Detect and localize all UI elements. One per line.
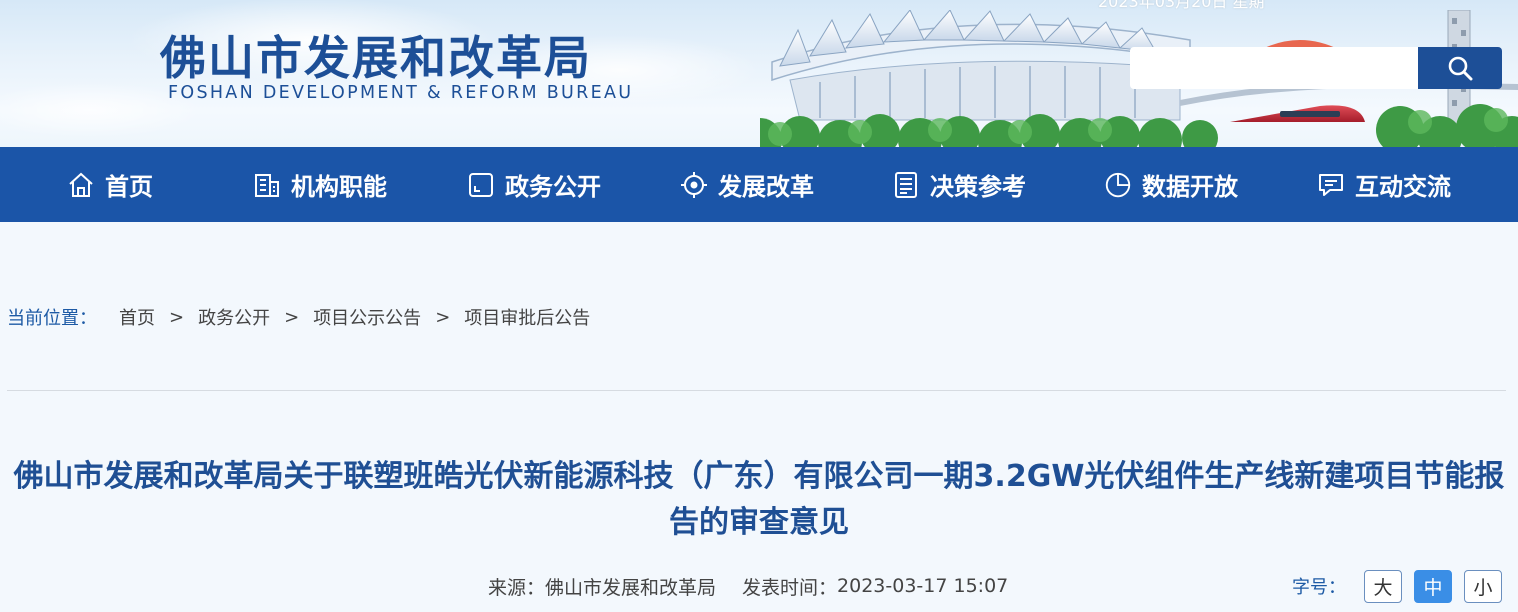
- target-icon: [679, 170, 709, 200]
- square-icon: [466, 170, 496, 200]
- site-logo-title[interactable]: 佛山市发展和改革局: [160, 22, 592, 88]
- font-size-label: 字号：: [1292, 577, 1346, 598]
- pie-chart-icon: [1103, 170, 1133, 200]
- nav-item-home[interactable]: 首页: [66, 147, 153, 222]
- font-size-large-button[interactable]: 大: [1364, 569, 1402, 603]
- search-icon: [1448, 56, 1473, 81]
- nav-item-label: 决策参考: [930, 173, 1026, 201]
- nav-item-decision-reference[interactable]: 决策参考: [891, 147, 1026, 222]
- nav-item-label: 数据开放: [1142, 173, 1238, 201]
- building-icon: [252, 170, 282, 200]
- chat-icon: [1316, 170, 1346, 200]
- nav-item-development-reform[interactable]: 发展改革: [679, 147, 814, 222]
- breadcrumb-separator: >: [435, 306, 451, 328]
- breadcrumb-separator: >: [284, 306, 300, 328]
- article-meta: 来源： 佛山市发展和改革局 发表时间： 2023-03-17 15:07: [488, 572, 1008, 600]
- site-logo-subtitle: FOSHAN DEVELOPMENT & REFORM BUREAU: [168, 83, 634, 103]
- nav-item-label: 政务公开: [505, 173, 601, 201]
- home-icon: [66, 170, 96, 200]
- breadcrumb: 当前位置： 首页 > 政务公开 > 项目公示公告 > 项目审批后公告: [7, 304, 590, 330]
- nav-item-organization[interactable]: 机构职能: [252, 147, 387, 222]
- search-button[interactable]: [1418, 47, 1502, 89]
- published-value: 2023-03-17 15:07: [837, 575, 1009, 597]
- source-label: 来源：: [488, 576, 546, 599]
- font-size-small-button[interactable]: 小: [1464, 569, 1502, 603]
- nav-item-open-data[interactable]: 数据开放: [1103, 147, 1238, 222]
- search-input[interactable]: [1130, 47, 1418, 89]
- search-bar: [1130, 47, 1502, 89]
- breadcrumb-item-project-notices[interactable]: 项目公示公告: [313, 304, 421, 330]
- main-nav: 首页 机构职能 政务公开 发展改革 决策参考 数据开放 互动交流: [0, 147, 1518, 222]
- breadcrumb-item-government-affairs[interactable]: 政务公开: [198, 304, 270, 330]
- breadcrumb-item-home[interactable]: 首页: [119, 304, 155, 330]
- nav-item-government-affairs[interactable]: 政务公开: [466, 147, 601, 222]
- nav-item-label: 机构职能: [291, 173, 387, 201]
- published-label: 发表时间：: [742, 576, 838, 599]
- document-icon: [891, 170, 921, 200]
- nav-item-interaction[interactable]: 互动交流: [1316, 147, 1451, 222]
- breadcrumb-label: 当前位置：: [7, 308, 97, 329]
- breadcrumb-separator: >: [169, 306, 185, 328]
- breadcrumb-item-post-approval-notices[interactable]: 项目审批后公告: [464, 304, 590, 330]
- content-divider: [7, 390, 1506, 391]
- header-banner: 佛山市发展和改革局 FOSHAN DEVELOPMENT & REFORM BU…: [0, 0, 1518, 147]
- font-size-medium-button[interactable]: 中: [1414, 569, 1452, 603]
- font-size-switcher: 字号： 大 中 小: [1292, 569, 1502, 603]
- article-title: 佛山市发展和改革局关于联塑班皓光伏新能源科技（广东）有限公司一期3.2GW光伏组…: [13, 459, 1505, 540]
- nav-item-label: 首页: [105, 173, 153, 201]
- nav-item-label: 发展改革: [718, 173, 814, 201]
- source-value: 佛山市发展和改革局: [545, 576, 717, 599]
- nav-item-label: 互动交流: [1355, 173, 1451, 201]
